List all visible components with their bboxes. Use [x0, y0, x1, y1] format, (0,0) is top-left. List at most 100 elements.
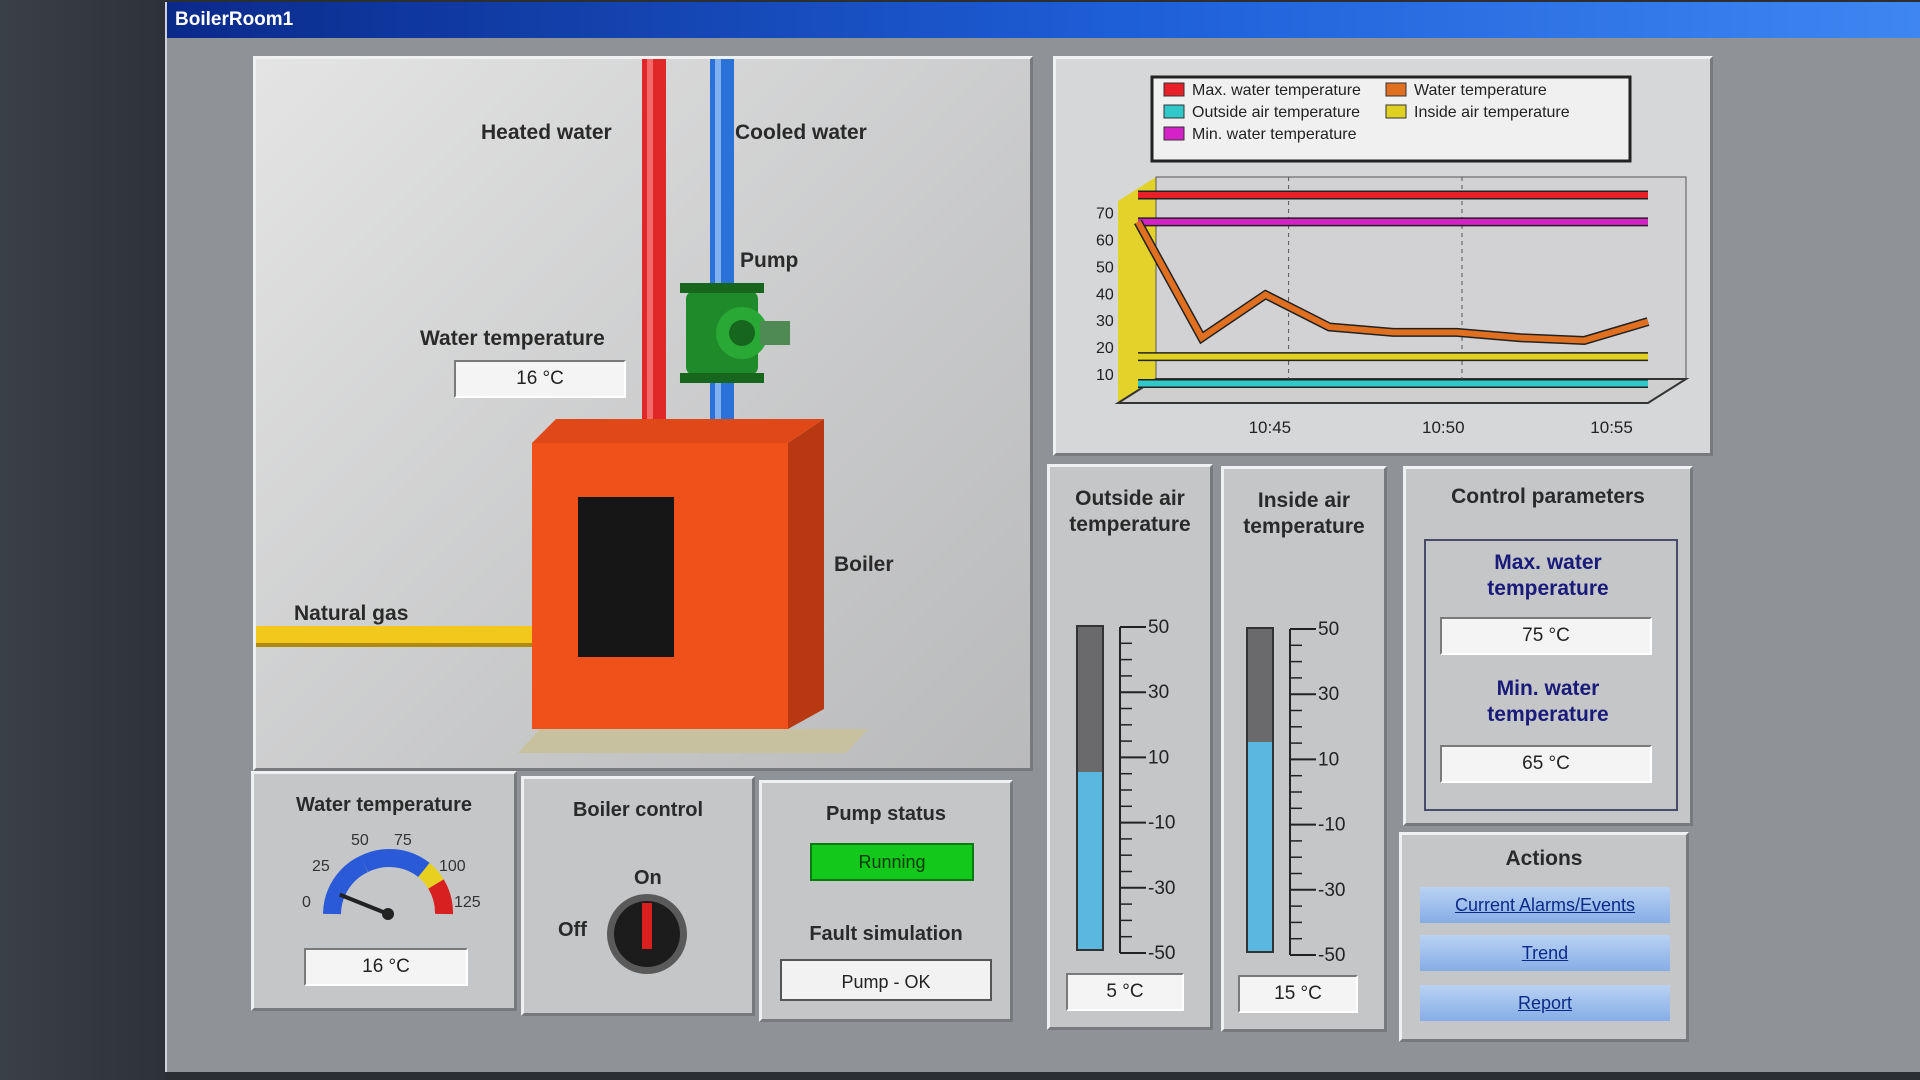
title-bar: BoilerRoom1	[167, 2, 1920, 38]
chart-y-tick-40: 40	[1096, 286, 1114, 303]
gauge-needle	[339, 892, 389, 916]
min-water-label-2: temperature	[1487, 703, 1609, 726]
inside-air-tick--30: -30	[1318, 880, 1345, 901]
gauge-hub	[382, 908, 394, 920]
gas-pipe-shadow	[256, 643, 532, 647]
heated-water-label: Heated water	[481, 121, 612, 144]
chart-legend-label-3: Inside air temperature	[1414, 104, 1570, 121]
max-water-label-2: temperature	[1487, 577, 1609, 600]
monitor-bezel	[0, 0, 165, 1080]
outside-air-bar-fill	[1078, 772, 1102, 949]
max-water-label-1: Max. water	[1494, 551, 1602, 574]
chart-x-tick-0: 10:45	[1249, 418, 1292, 437]
on-label: On	[634, 867, 662, 889]
chart-legend-label-1: Water temperature	[1414, 82, 1547, 99]
gauge-tick-75: 75	[394, 832, 412, 849]
chart-legend-swatch-4	[1163, 126, 1185, 141]
min-water-temperature-field[interactable]: 65 °C	[1440, 745, 1652, 783]
chart-y-tick-50: 50	[1096, 259, 1114, 276]
inside-air-value: 15 °C	[1238, 975, 1358, 1013]
inside-air-tick-30: 30	[1318, 684, 1339, 705]
window-title: BoilerRoom1	[175, 9, 294, 30]
report-button[interactable]: Report	[1420, 985, 1670, 1021]
chart-legend-swatch-3	[1385, 104, 1407, 119]
chart-y-ticks: 70 60 50 40 30 20 10	[1096, 205, 1114, 384]
pump-status-panel: Pump status Running Fault simulation Pum…	[759, 780, 1013, 1022]
boiler-switch-knob[interactable]	[602, 889, 692, 979]
trend-button[interactable]: Trend	[1420, 935, 1670, 971]
gauge-arc-yellow	[417, 863, 444, 889]
chart-y-tick-10: 10	[1096, 367, 1114, 384]
inside-air-bar-fill	[1248, 742, 1272, 951]
gauge-tick-50: 50	[351, 832, 369, 849]
outside-air-tick--10: -10	[1148, 813, 1175, 834]
max-water-temperature-field[interactable]: 75 °C	[1440, 617, 1652, 655]
gauge-title: Water temperature	[296, 794, 472, 816]
pump-icon[interactable]	[680, 283, 790, 383]
gauge-tick-125: 125	[454, 894, 481, 911]
gauge-arc-blue-2	[359, 849, 430, 878]
chart-legend-swatch-2	[1163, 104, 1185, 119]
actions-title: Actions	[1505, 847, 1583, 870]
boiler-icon	[518, 419, 868, 753]
boiler-control-panel: Boiler control On Off	[521, 776, 755, 1016]
heated-water-pipe	[642, 59, 666, 431]
fault-simulation-title: Fault simulation	[809, 923, 963, 945]
chart-legend-swatch-0	[1163, 82, 1185, 97]
outside-air-tick-50: 50	[1148, 619, 1169, 638]
process-view: Heated water Cooled water Pump Water tem…	[253, 56, 1033, 771]
inside-air-tick-10: 10	[1318, 749, 1339, 770]
outside-air-tick--30: -30	[1148, 878, 1175, 899]
outside-air-tick--50: -50	[1148, 943, 1175, 959]
inside-air-tick--10: -10	[1318, 815, 1345, 836]
inside-air-tick--50: -50	[1318, 945, 1345, 961]
knob-indicator	[642, 903, 652, 949]
inside-air-bar	[1246, 627, 1274, 953]
chart-y-tick-20: 20	[1096, 340, 1114, 357]
scada-window: BoilerRoom1 Heated water Cooled water Pu…	[165, 2, 1920, 1072]
boiler-label: Boiler	[834, 553, 894, 576]
heated-pipe-highlight	[647, 59, 653, 431]
inside-air-title-1: Inside air	[1257, 489, 1351, 512]
control-parameters-title: Control parameters	[1451, 485, 1645, 508]
water-temperature-gauge	[323, 849, 453, 920]
gauge-tick-0: 0	[302, 894, 311, 911]
chart-x-tick-1: 10:50	[1422, 418, 1465, 437]
trend-chart-panel: 70 60 50 40 30 20 10 10:45 10:50 10:55 Max. wate…	[1053, 56, 1713, 456]
water-temperature-gauge-panel: Water temperature 0 25 50 75 100 125 16 …	[251, 771, 517, 1011]
chart-legend-swatch-1	[1385, 82, 1407, 97]
trend-chart: 70 60 50 40 30 20 10 10:45 10:50 10:55 Max. wate…	[1096, 75, 1690, 437]
chart-legend-label-4: Min. water temperature	[1192, 126, 1357, 143]
control-parameters-panel: Control parameters Max. water temperatur…	[1403, 466, 1693, 826]
gauge-arc-red	[428, 879, 453, 915]
chart-y-tick-30: 30	[1096, 313, 1114, 330]
boiler-control-title: Boiler control	[572, 799, 703, 821]
pump-status-indicator: Running	[810, 843, 974, 881]
outside-air-title-2: temperature	[1069, 513, 1191, 536]
chart-x-tick-2: 10:55	[1590, 418, 1633, 437]
chart-y-tick-70: 70	[1096, 205, 1114, 222]
chart-legend-label-2: Outside air temperature	[1192, 104, 1360, 121]
water-temperature-value: 16 °C	[454, 360, 626, 398]
current-alarms-events-button[interactable]: Current Alarms/Events	[1420, 887, 1670, 923]
chart-legend-label-0: Max. water temperature	[1192, 82, 1361, 99]
process-graphic	[256, 59, 868, 753]
off-label: Off	[558, 919, 587, 941]
pump-label: Pump	[740, 249, 799, 272]
min-water-label-1: Min. water	[1496, 677, 1600, 700]
inside-air-scale: 50 30 10 -10 -30 -50	[1289, 621, 1345, 961]
inside-air-panel: Inside air temperature 50 30 10 -10 -30 -50 1…	[1221, 466, 1387, 1032]
inside-air-title-2: temperature	[1243, 515, 1365, 538]
water-temperature-label: Water temperature	[420, 327, 605, 350]
chart-x-ticks: 10:45 10:50 10:55	[1249, 418, 1633, 437]
actions-panel: Actions Current Alarms/Events Trend Repo…	[1399, 832, 1689, 1042]
chart-back-wall	[1118, 177, 1156, 403]
gauge-value: 16 °C	[304, 948, 468, 986]
outside-air-bar	[1076, 625, 1104, 951]
outside-air-title-1: Outside air	[1075, 487, 1185, 510]
chart-plot-area	[1155, 176, 1687, 380]
outside-air-value: 5 °C	[1066, 973, 1184, 1011]
fault-simulation-button[interactable]: Pump - OK	[780, 959, 992, 1001]
inside-air-tick-50: 50	[1318, 621, 1339, 640]
outside-air-scale: 50 30 10 -10 -30 -50	[1119, 619, 1175, 959]
